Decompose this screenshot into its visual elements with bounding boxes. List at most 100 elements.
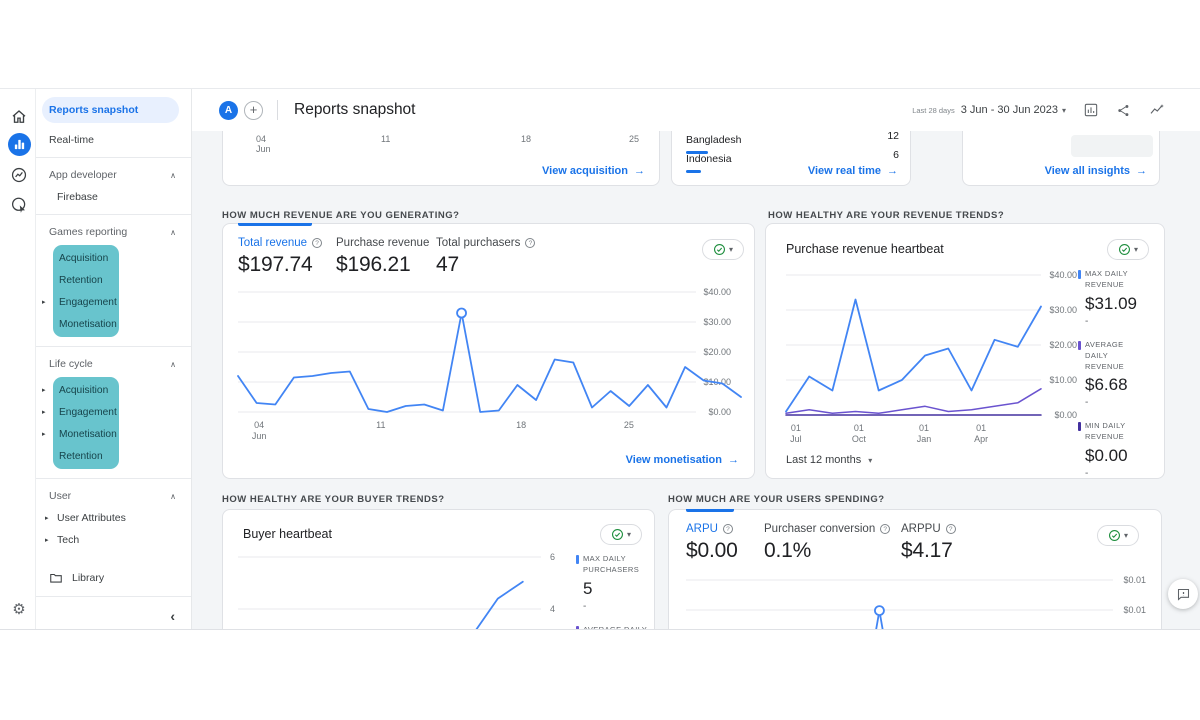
arpu-chart: $0.01 $0.01 — [686, 575, 1146, 629]
add-comparison-button[interactable]: + — [244, 100, 263, 120]
buyer-stats: MAX DAILY PURCHASERS 5 - AVERAGE DAILY P… — [576, 554, 654, 629]
svg-text:11: 11 — [376, 420, 385, 430]
buyer-heartbeat-chart: 64 — [238, 552, 555, 629]
explore-icon[interactable] — [8, 194, 30, 216]
date-range-selector[interactable]: 3 Jun - 30 Jun 2023 — [961, 104, 1058, 116]
metric-arppu[interactable]: ARPPU? $4.17 — [901, 523, 956, 563]
svg-text:4: 4 — [550, 604, 555, 614]
topbar-right: Last 28 days 3 Jun - 30 Jun 2023 ▾ — [912, 102, 1200, 118]
sidebar-item-library[interactable]: Library — [36, 566, 191, 590]
sidebar-section-app-developer[interactable]: App developer ∧ — [36, 164, 191, 186]
expand-arrow-icon[interactable]: ▸ — [45, 536, 49, 544]
data-quality-pill[interactable]: ▾ — [702, 239, 744, 260]
svg-text:$30.00: $30.00 — [1049, 305, 1077, 315]
sidebar-item-acquisition[interactable]: ▸ Acquisition — [42, 379, 119, 401]
insights-button[interactable] — [1148, 102, 1166, 118]
svg-text:$30.00: $30.00 — [703, 317, 731, 327]
divider — [277, 100, 278, 120]
view-real-time-link[interactable]: View real time → — [808, 165, 898, 177]
topbar: A + Reports snapshot Last 28 days 3 Jun … — [192, 89, 1200, 131]
customize-report-button[interactable] — [1083, 102, 1099, 118]
svg-text:01: 01 — [854, 423, 864, 433]
advertising-icon[interactable] — [8, 164, 30, 186]
svg-text:6: 6 — [550, 552, 555, 562]
data-quality-pill[interactable]: ▾ — [600, 524, 642, 545]
metric-total-purchasers[interactable]: Total purchasers? 47 — [436, 237, 536, 277]
sidebar-section-life-cycle[interactable]: Life cycle ∧ — [36, 353, 191, 375]
buyer-heartbeat-card: Buyer heartbeat ▾ 64 MAX DAILY PURCHASER… — [222, 509, 655, 629]
chevron-up-icon: ∧ — [170, 227, 176, 237]
svg-text:Apr: Apr — [974, 434, 988, 444]
chevron-down-icon: ▾ — [626, 530, 631, 539]
svg-text:Jul: Jul — [790, 434, 802, 444]
sidebar-item-engagement[interactable]: ▸ Engagement — [42, 291, 119, 313]
expand-arrow-icon[interactable]: ▸ — [45, 514, 49, 522]
folder-icon — [50, 573, 62, 583]
svg-text:04: 04 — [254, 420, 264, 430]
help-icon[interactable]: ? — [945, 524, 956, 534]
view-monetisation-link[interactable]: View monetisation → — [626, 454, 739, 466]
metric-purchase-revenue[interactable]: Purchase revenue $196.21 — [336, 237, 429, 277]
legend-bullet — [1078, 422, 1081, 432]
share-button[interactable] — [1116, 103, 1131, 118]
reports-icon[interactable] — [8, 133, 31, 156]
sidebar-item-real-time[interactable]: Real-time — [36, 129, 191, 151]
metric-purchaser-conversion[interactable]: Purchaser conversion? 0.1% — [764, 523, 891, 563]
sidebar-section-user[interactable]: User ∧ — [36, 485, 191, 507]
insight-preview-placeholder — [1071, 135, 1153, 157]
home-icon[interactable] — [8, 106, 30, 128]
heartbeat-range-selector[interactable]: Last 12 months ▾ — [786, 454, 872, 466]
data-quality-pill[interactable]: ▾ — [1107, 239, 1149, 260]
sidebar-item-retention[interactable]: Retention — [53, 445, 119, 467]
sidebar-item-acquisition[interactable]: Acquisition — [53, 247, 119, 269]
heartbeat-stats: MAX DAILY REVENUE $31.09 - AVERAGE DAILY… — [1078, 269, 1140, 492]
chevron-up-icon: ∧ — [170, 491, 176, 501]
check-circle-icon — [611, 529, 623, 540]
sidebar-item-tech[interactable]: ▸ Tech — [36, 529, 191, 551]
view-all-insights-link[interactable]: View all insights → — [1045, 165, 1147, 177]
sidebar-item-retention[interactable]: Retention — [53, 269, 119, 291]
arrow-right-icon: → — [1136, 165, 1147, 177]
left-icon-rail: ⚙ — [0, 89, 36, 629]
chevron-up-icon: ∧ — [170, 359, 176, 369]
sidebar-item-firebase[interactable]: Firebase — [36, 186, 191, 208]
check-circle-icon — [1108, 530, 1120, 541]
sidebar-item-monetisation[interactable]: Monetisation — [53, 313, 119, 335]
svg-text:$0.01: $0.01 — [1123, 605, 1146, 615]
svg-text:Jan: Jan — [917, 434, 932, 444]
admin-gear-icon[interactable]: ⚙ — [8, 598, 30, 620]
metric-arpu[interactable]: ARPU? $0.00 — [686, 523, 738, 563]
help-icon[interactable]: ? — [880, 524, 891, 534]
property-avatar[interactable]: A — [219, 100, 238, 120]
legend-bullet — [576, 625, 579, 629]
expand-arrow-icon[interactable]: ▸ — [42, 430, 46, 438]
realtime-card: Bangladesh 12 Indonesia 6 View real time… — [671, 131, 911, 186]
feedback-button[interactable] — [1168, 579, 1198, 609]
svg-text:Oct: Oct — [852, 434, 867, 444]
chevron-down-icon[interactable]: ▾ — [1062, 106, 1066, 115]
metric-total-revenue[interactable]: Total revenue? $197.74 — [238, 237, 323, 277]
sidebar-item-engagement[interactable]: ▸ Engagement — [42, 401, 119, 423]
expand-arrow-icon[interactable]: ▸ — [42, 408, 46, 416]
expand-arrow-icon[interactable]: ▸ — [42, 298, 46, 306]
stat-average-daily-revenue: AVERAGE DAILY REVENUE $6.68 - — [1078, 340, 1140, 408]
expand-arrow-icon[interactable]: ▸ — [42, 386, 46, 394]
sidebar-item-user-attributes[interactable]: ▸ User Attributes — [36, 507, 191, 529]
help-icon[interactable]: ? — [525, 238, 536, 248]
feedback-icon — [1177, 588, 1189, 601]
svg-text:$40.00: $40.00 — [703, 287, 731, 297]
x-axis-tick: 11 — [381, 134, 391, 144]
sidebar-section-games-reporting[interactable]: Games reporting ∧ — [36, 221, 191, 243]
data-quality-pill[interactable]: ▾ — [1097, 525, 1139, 546]
insights-icon — [1150, 104, 1164, 114]
sidebar-item-reports-snapshot[interactable]: Reports snapshot — [42, 97, 179, 123]
svg-text:Jun: Jun — [252, 431, 267, 441]
help-icon[interactable]: ? — [722, 524, 733, 534]
divider — [36, 346, 191, 347]
collapse-sidebar-icon[interactable]: ‹ — [170, 608, 175, 624]
main-area: A + Reports snapshot Last 28 days 3 Jun … — [192, 89, 1200, 629]
divider — [36, 596, 191, 597]
sidebar-item-monetisation[interactable]: ▸ Monetisation — [42, 423, 119, 445]
help-icon[interactable]: ? — [312, 238, 323, 248]
view-acquisition-link[interactable]: View acquisition → — [542, 165, 645, 177]
